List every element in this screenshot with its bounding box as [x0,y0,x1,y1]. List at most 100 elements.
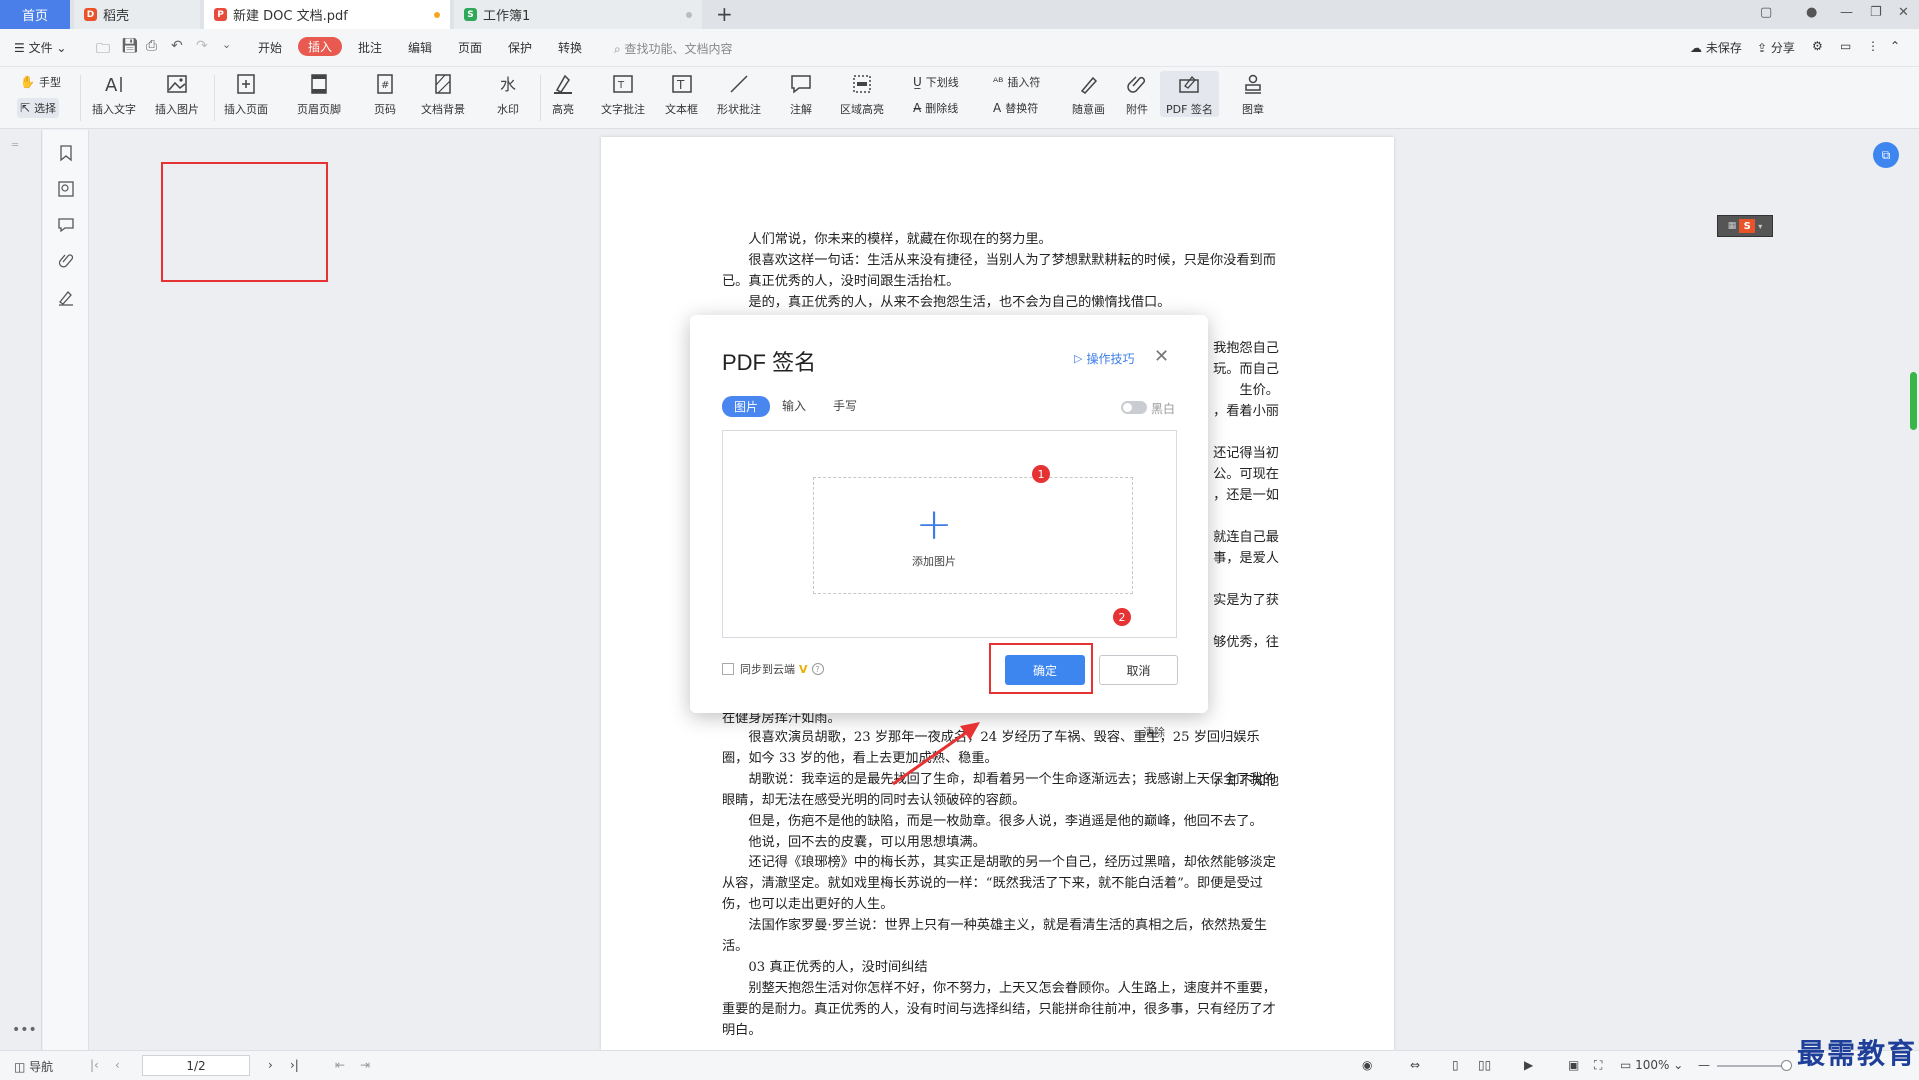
search-input[interactable]: ⌕ 查找功能、文档内容 [614,40,733,57]
sync-checkbox[interactable] [722,663,734,675]
tab-image[interactable]: 图片 [722,396,771,417]
collapse-ribbon-icon[interactable]: ⌃ [1890,39,1900,53]
zoom-screen-icon: ▭ [1620,1058,1636,1072]
open-folder-icon[interactable]: 🗀 [96,38,110,62]
header-footer-button[interactable]: 页眉页脚 [297,71,341,117]
drag-handle-icon[interactable]: ═ [12,140,18,151]
new-tab-button[interactable]: + [716,2,733,26]
settings-icon[interactable]: ⚙ [1812,39,1823,53]
ime-toolbar[interactable]: ▦ S ▾ [1717,215,1773,237]
watermark-button[interactable]: 水 水印 [495,71,521,117]
attachment-panel-icon[interactable] [57,252,75,270]
unsaved-status[interactable]: ☁ 未保存 [1690,39,1742,56]
avatar[interactable]: ● [1806,5,1817,20]
minimize-icon[interactable]: — [1840,5,1853,20]
sync-cloud-option[interactable]: 同步到云端 V ? [722,661,824,677]
more-options-icon[interactable]: ••• [12,1022,37,1038]
select-tool[interactable]: ⇱ 选择 [17,98,60,118]
freehand-button[interactable]: 随意画 [1072,71,1105,117]
pdf-sign-button[interactable]: PDF 签名 [1160,71,1219,117]
bookmark-icon[interactable] [57,144,75,162]
textbox-button[interactable]: T 文本框 [665,71,698,117]
first-page-icon[interactable]: |‹ [90,1058,99,1072]
hand-tool[interactable]: ✋ 手型 [20,74,61,90]
insert-char-button[interactable]: ᴬᴮ 插入符 [993,74,1040,90]
tab-handwrite[interactable]: 手写 [833,397,857,414]
menu-comment[interactable]: 批注 [358,39,382,56]
fit-width-icon[interactable]: ⇔ [1410,1058,1420,1072]
last-page-icon[interactable]: ›| [290,1058,299,1072]
prev-page-icon[interactable]: ‹ [115,1058,120,1072]
attachment-button[interactable]: 附件 [1124,71,1150,117]
menu-protect[interactable]: 保护 [508,39,532,56]
rotate-left-icon[interactable]: ⇤ [335,1058,345,1072]
redo-icon[interactable]: ↷ [196,38,208,54]
tab-input[interactable]: 输入 [782,397,806,414]
page-number-input[interactable]: 1/2 [142,1055,250,1076]
menu-edit[interactable]: 编辑 [408,39,432,56]
scrollbar-thumb[interactable] [1910,372,1917,430]
play-slideshow-icon[interactable]: ▶ [1524,1058,1533,1072]
tab-spreadsheet[interactable]: S 工作簿1 [454,0,702,29]
highlight-icon [550,71,576,97]
doc-background-button[interactable]: 文档背景 [421,71,465,117]
actual-size-icon[interactable]: ▣ [1568,1058,1579,1072]
comment-icon[interactable]: ▭ [1840,39,1851,53]
insert-text-button[interactable]: A 插入文字 [92,71,136,117]
menu-page[interactable]: 页面 [458,39,482,56]
zoom-value[interactable]: ▭ 100% ⌄ [1620,1058,1683,1072]
vertical-scrollbar[interactable] [1908,130,1919,1050]
quick-access-dropdown-icon[interactable]: ⌄ [222,38,231,51]
next-page-icon[interactable]: › [268,1058,273,1072]
shape-comment-button[interactable]: 形状批注 [717,71,761,117]
strikethrough-button[interactable]: A̶ 删除线 [913,100,958,116]
area-highlight-button[interactable]: 区域高亮 [840,71,884,117]
print-icon[interactable]: ⎙ [146,38,157,54]
restore-icon[interactable]: ❐ [1870,5,1882,20]
replace-char-button[interactable]: A 替换符 [993,100,1038,116]
share-button[interactable]: ⇪ 分享 [1757,39,1795,56]
add-image-button[interactable]: + 添加图片 [851,477,1017,594]
single-page-icon[interactable]: ▯ [1452,1058,1459,1072]
zoom-slider[interactable] [1717,1065,1787,1067]
undo-icon[interactable]: ↶ [171,38,183,54]
stamp-button[interactable]: 图章 [1240,71,1266,117]
highlight-button[interactable]: 高亮 [550,71,576,117]
underline-button[interactable]: U̲ 下划线 [913,74,959,90]
menu-insert[interactable]: 插入 [298,37,343,56]
tab-daoke[interactable]: D 稻壳 [74,0,200,29]
more-icon[interactable]: ⋮ [1867,39,1879,53]
close-window-icon[interactable]: ✕ [1898,5,1909,20]
text-comment-button[interactable]: T 文字批注 [601,71,645,117]
eye-protection-icon[interactable]: ◉ [1362,1058,1372,1072]
insert-image-button[interactable]: 插入图片 [155,71,199,117]
window-count-icon[interactable]: ▢ [1760,5,1772,20]
close-icon[interactable]: ✕ [1154,346,1169,367]
thumbnail-icon[interactable] [57,180,75,198]
comments-icon[interactable] [57,216,75,234]
zoom-slider-knob[interactable] [1781,1060,1792,1071]
insert-page-button[interactable]: 插入页面 [224,71,268,117]
file-menu[interactable]: ☰ 文件 ⌄ [14,39,66,56]
fit-page-icon[interactable]: ⛶ [1594,1058,1602,1073]
zoom-out-icon[interactable]: — [1698,1058,1710,1072]
tab-pdf-document[interactable]: P 新建 DOC 文档.pdf [204,0,450,29]
tab-home[interactable]: 首页 [0,0,70,29]
floating-translate-button[interactable]: ⧉ [1873,142,1899,168]
navigation-toggle[interactable]: ◫ 导航 [14,1058,53,1075]
document-text: 人们常说，你未来的模样，就藏在你现在的努力里。 很喜欢这样一句话：生活从来没有捷… [722,230,1278,314]
tips-link[interactable]: ▷ 操作技巧 [1074,350,1134,367]
save-icon[interactable]: 💾︎ [121,38,139,54]
rotate-right-icon[interactable]: ⇥ [360,1058,370,1072]
signature-panel-icon[interactable] [57,288,75,306]
clear-button[interactable]: 清除 [1143,724,1165,740]
help-icon[interactable]: ? [811,663,824,675]
cancel-button[interactable]: 取消 [1099,655,1178,685]
menu-convert[interactable]: 转换 [558,39,582,56]
black-white-toggle[interactable] [1121,401,1147,414]
annotation-button[interactable]: 注解 [788,71,814,117]
tab-close-dot-icon[interactable] [686,12,692,18]
double-page-icon[interactable]: ▯▯ [1478,1058,1491,1072]
menu-start[interactable]: 开始 [258,39,282,56]
page-number-button[interactable]: # 页码 [372,71,398,117]
